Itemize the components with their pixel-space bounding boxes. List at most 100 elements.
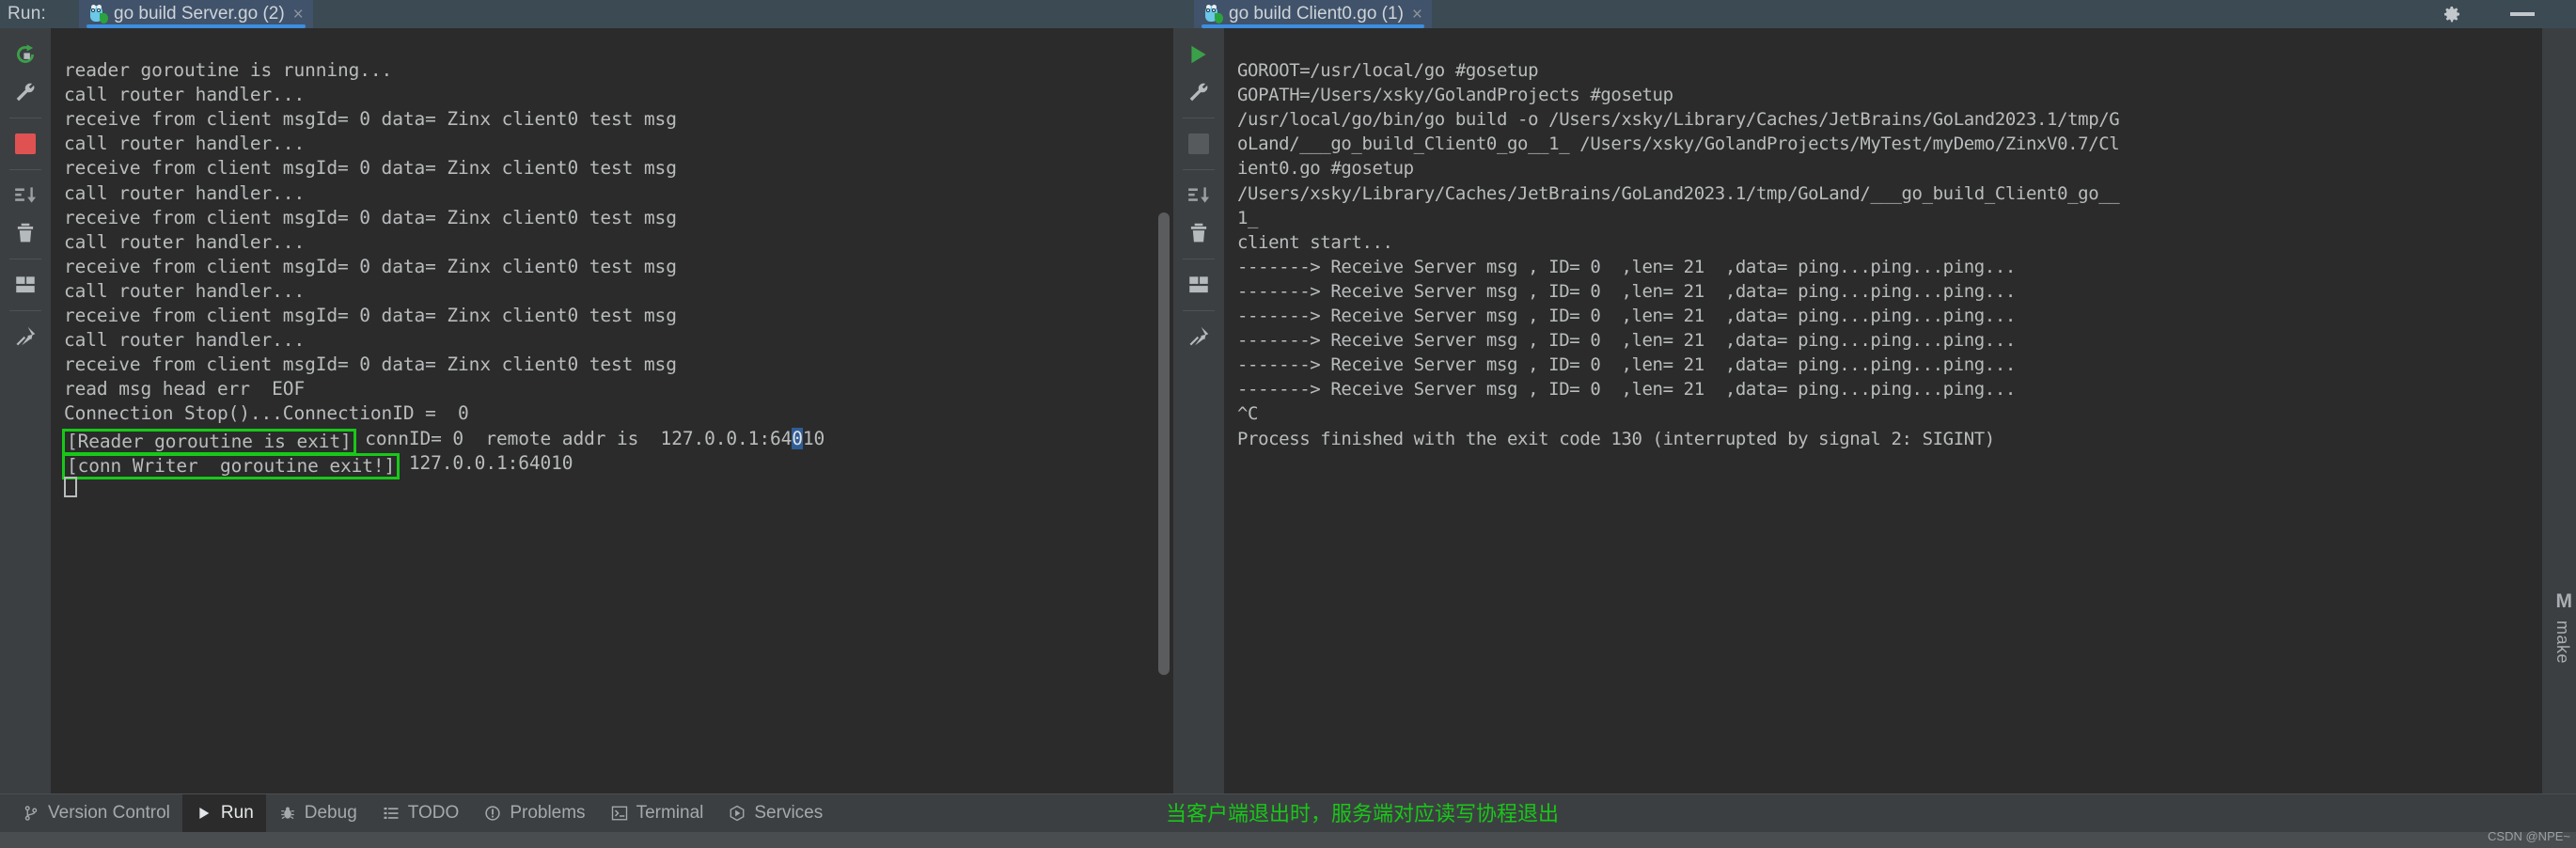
layout-button[interactable] (1180, 266, 1217, 304)
console-line: call router handler... (64, 230, 306, 253)
tab-title-client: go build Client0.go (1) (1229, 4, 1404, 24)
right-edge-toolwindow-strip: M make (2542, 28, 2576, 807)
sidebar-item-services[interactable]: Services (715, 794, 835, 833)
gear-icon (2444, 7, 2459, 23)
console-line: GOPATH=/Users/xsky/GolandProjects #goset… (1237, 85, 1673, 106)
settings-button[interactable] (7, 73, 44, 111)
console-line: ^C (1237, 403, 1259, 425)
console-line: -------> Receive Server msg , ID= 0 ,len… (1237, 330, 2016, 352)
sidebar-item-run[interactable]: Run (181, 793, 266, 833)
console-line: /Users/xsky/Library/Caches/JetBrains/GoL… (1237, 182, 2120, 204)
tab-go-build-server[interactable]: go build Server.go (2) × (79, 0, 313, 28)
list-icon (382, 804, 401, 823)
scroll-to-end-button[interactable] (7, 177, 44, 214)
terminal-icon (610, 804, 629, 823)
scroll-to-end-icon (1188, 187, 1210, 203)
console-line: Connection Stop()...ConnectionID = 0 (64, 402, 469, 425)
console-line: call router handler... (64, 133, 306, 155)
rerun-button[interactable] (7, 36, 44, 73)
sidebar-item-debug[interactable]: Debug (266, 794, 369, 833)
conn-writer-exit-highlight: [conn Writer goroutine exit!] (62, 452, 401, 479)
layout-icon (1189, 276, 1208, 293)
goland-run-window: Run: go build Server.go (2) × go build C… (0, 0, 2576, 848)
sidebar-item-todo[interactable]: TODO (369, 794, 472, 833)
console-line: reader goroutine is running... (64, 59, 393, 82)
services-icon (728, 804, 746, 823)
console-line: -------> Receive Server msg , ID= 0 ,len… (1237, 280, 2016, 302)
edge-item-make[interactable]: make (2552, 620, 2572, 664)
server-console-scrollbar[interactable] (1158, 212, 1170, 675)
stop-button-disabled (1180, 125, 1217, 163)
selected-character: 0 (792, 427, 803, 449)
console-line: receive from client msgId= 0 data= Zinx … (64, 157, 677, 180)
exclamation-circle-icon (483, 804, 502, 823)
sidebar-item-terminal[interactable]: Terminal (598, 794, 716, 833)
console-line: receive from client msgId= 0 data= Zinx … (64, 206, 677, 228)
run-button[interactable] (1180, 36, 1217, 73)
console-line: call router handler... (64, 329, 306, 352)
server-run-panel: reader goroutine is running... call route… (0, 28, 1173, 807)
console-line: -------> Receive Server msg , ID= 0 ,len… (1237, 379, 2016, 400)
pin-tab-button[interactable] (7, 318, 44, 355)
console-line: -------> Receive Server msg , ID= 0 ,len… (1237, 306, 2016, 327)
toolbar-divider (9, 310, 41, 311)
conn-info-tail: 10 (802, 427, 825, 449)
server-toolbar (0, 28, 51, 807)
sidebar-item-label: Debug (304, 803, 357, 823)
run-tool-window-tabbar: Run: go build Server.go (2) × go build C… (0, 0, 2576, 28)
clear-all-button[interactable] (7, 214, 44, 252)
toolbar-divider (9, 169, 41, 170)
console-line: call router handler... (64, 181, 306, 204)
pin-tab-button[interactable] (1180, 318, 1217, 355)
server-console-output[interactable]: reader goroutine is running... call route… (51, 28, 1173, 807)
sidebar-item-problems[interactable]: Problems (471, 794, 597, 833)
console-line: receive from client msgId= 0 data= Zinx … (64, 353, 677, 376)
text-caret (64, 476, 77, 497)
toolbar-divider (1183, 310, 1215, 311)
client-console-output[interactable]: GOROOT=/usr/local/go #gosetup GOPATH=/Use… (1224, 28, 2542, 807)
clear-all-button[interactable] (1180, 214, 1217, 252)
play-icon (195, 804, 213, 823)
tab-go-build-client[interactable]: go build Client0.go (1) × (1194, 0, 1432, 28)
minimize-icon (2510, 12, 2535, 16)
sidebar-item-label: Run (220, 803, 254, 823)
remote-addr-text: 127.0.0.1:64010 (398, 451, 573, 474)
close-icon[interactable]: × (1410, 6, 1422, 24)
console-caret-line (64, 476, 1173, 500)
conn-info-text: connID= 0 remote addr is 127.0.0.1:64 (353, 427, 793, 449)
settings-gear-button[interactable] (2441, 0, 2463, 28)
console-line: read msg head err EOF (64, 378, 306, 400)
trash-icon (1190, 223, 1207, 243)
console-line: /usr/local/go/bin/go build -o /Users/xsk… (1237, 109, 2120, 131)
scroll-to-end-button[interactable] (1180, 177, 1217, 214)
console-line: -------> Receive Server msg , ID= 0 ,len… (1237, 256, 2016, 277)
console-line: GOROOT=/usr/local/go #gosetup (1237, 60, 1539, 82)
toolbar-divider (1183, 169, 1215, 170)
run-tool-window-label: Run: (8, 4, 46, 24)
settings-button[interactable] (1180, 73, 1217, 111)
bug-icon (278, 804, 297, 823)
client-console-text: GOROOT=/usr/local/go #gosetup GOPATH=/Use… (1224, 28, 2542, 500)
editor-footer-strip (0, 832, 2576, 848)
client-run-panel: GOROOT=/usr/local/go #gosetup GOPATH=/Use… (1173, 28, 2576, 807)
console-line-highlighted: [conn Writer goroutine exit!] 127.0.0.1:… (62, 451, 1173, 479)
layout-icon (16, 276, 35, 293)
client-toolbar (1173, 28, 1224, 807)
play-icon (1191, 45, 1206, 64)
watermark: CSDN @NPE~ (2488, 829, 2570, 843)
layout-button[interactable] (7, 266, 44, 304)
console-line: ient0.go #gosetup (1237, 158, 1414, 180)
console-line: client start... (1237, 231, 1393, 253)
sidebar-item-label: Services (754, 803, 824, 823)
rerun-icon (17, 44, 34, 63)
sidebar-item-version-control[interactable]: Version Control (9, 794, 182, 833)
sidebar-item-label: Version Control (48, 803, 170, 823)
server-console-text: reader goroutine is running... call route… (51, 28, 1173, 549)
scroll-to-end-icon (15, 187, 37, 203)
go-gopher-icon (88, 5, 108, 24)
close-icon[interactable]: × (291, 6, 304, 24)
stop-button[interactable] (7, 125, 44, 163)
minimize-button[interactable] (2510, 0, 2535, 28)
stop-square-icon (1188, 133, 1209, 154)
console-line: receive from client msgId= 0 data= Zinx … (64, 305, 677, 327)
